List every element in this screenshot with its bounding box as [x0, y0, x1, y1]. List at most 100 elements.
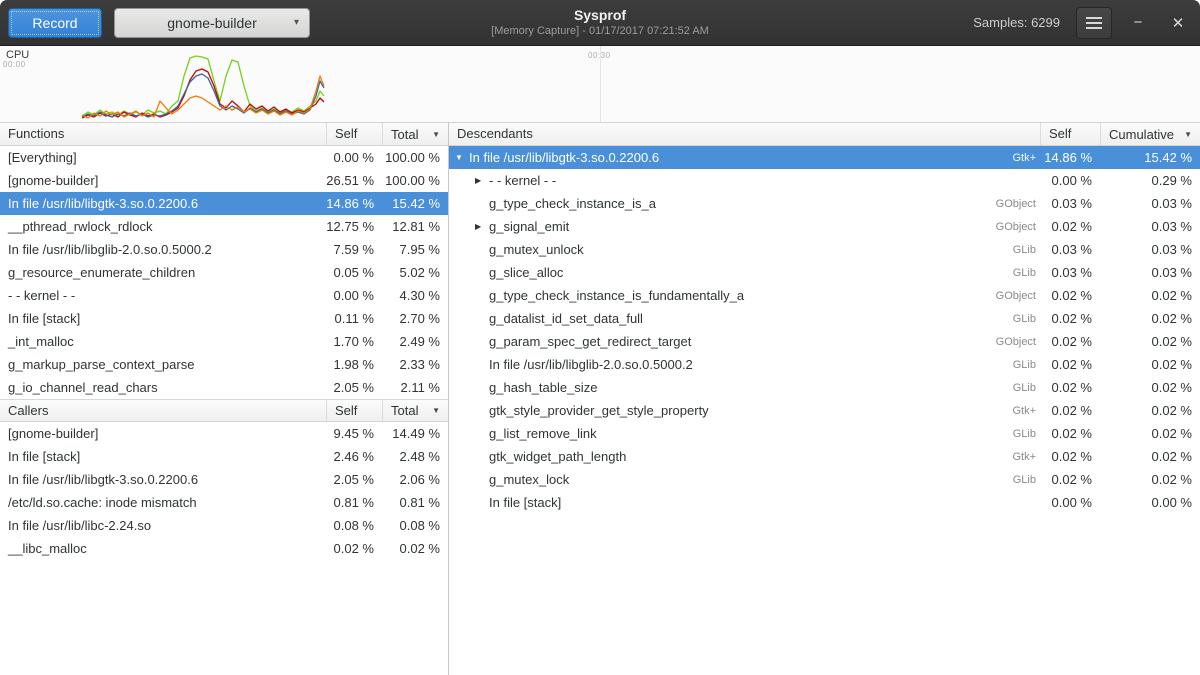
table-row[interactable]: gtk_style_provider_get_style_propertyGtk…: [449, 399, 1200, 422]
self-value: 0.02 %: [1040, 334, 1100, 349]
self-value: 1.70 %: [326, 334, 382, 349]
function-name: In file /usr/lib/libc-2.24.so: [0, 518, 326, 533]
table-row[interactable]: g_hash_table_sizeGLib0.02 %0.02 %: [449, 376, 1200, 399]
minimize-button[interactable]: −: [1124, 9, 1152, 37]
close-button[interactable]: ✕: [1164, 9, 1192, 37]
right-panel: Descendants Self Cumulative ▼ ▼In file /…: [449, 123, 1200, 675]
expander-open-icon[interactable]: ▼: [455, 153, 469, 162]
table-row[interactable]: __libc_malloc0.02 %0.02 %: [0, 537, 448, 560]
library-label: GObject: [970, 198, 1040, 210]
descendant-name-cell: In file /usr/lib/libglib-2.0.so.0.5000.2: [449, 357, 970, 372]
self-value: 0.02 %: [1040, 219, 1100, 234]
menu-button[interactable]: [1076, 7, 1112, 39]
self-value: 0.03 %: [1040, 265, 1100, 280]
table-row[interactable]: In file /usr/lib/libc-2.24.so0.08 %0.08 …: [0, 514, 448, 537]
descendants-header: Descendants Self Cumulative ▼: [449, 123, 1200, 146]
descendant-name-cell: g_type_check_instance_is_a: [449, 196, 970, 211]
table-row[interactable]: g_datalist_id_set_data_fullGLib0.02 %0.0…: [449, 307, 1200, 330]
self-value: 0.05 %: [326, 265, 382, 280]
library-label: GObject: [970, 221, 1040, 233]
function-name: In file [stack]: [489, 495, 561, 510]
cumulative-value: 0.02 %: [1100, 334, 1200, 349]
table-row[interactable]: ▶- - kernel - -0.00 %0.29 %: [449, 169, 1200, 192]
function-name: In file /usr/lib/libgtk-3.so.0.2200.6: [0, 472, 326, 487]
table-row[interactable]: g_param_spec_get_redirect_targetGObject0…: [449, 330, 1200, 353]
table-row[interactable]: In file /usr/lib/libgtk-3.so.0.2200.62.0…: [0, 468, 448, 491]
self-value: 0.02 %: [326, 541, 382, 556]
cumulative-value: 0.29 %: [1100, 173, 1200, 188]
function-name: _int_malloc: [0, 334, 326, 349]
descendant-name-cell: g_type_check_instance_is_fundamentally_a: [449, 288, 970, 303]
function-name: g_mutex_unlock: [489, 242, 584, 257]
column-header-self[interactable]: Self: [1040, 123, 1100, 145]
table-row[interactable]: In file [stack]0.11 %2.70 %: [0, 307, 448, 330]
function-name: [gnome-builder]: [0, 173, 326, 188]
table-row[interactable]: - - kernel - -0.00 %4.30 %: [0, 284, 448, 307]
column-header-descendants[interactable]: Descendants: [449, 123, 1040, 145]
window-title: Sysprof: [491, 6, 709, 24]
self-value: 0.02 %: [1040, 311, 1100, 326]
cumulative-value: 0.03 %: [1100, 219, 1200, 234]
callers-table: [gnome-builder]9.45 %14.49 %In file [sta…: [0, 422, 448, 560]
total-value: 4.30 %: [382, 288, 448, 303]
table-row[interactable]: In file /usr/lib/libglib-2.0.so.0.5000.2…: [0, 238, 448, 261]
table-row[interactable]: g_resource_enumerate_children0.05 %5.02 …: [0, 261, 448, 284]
table-row[interactable]: In file [stack]0.00 %0.00 %: [449, 491, 1200, 514]
table-row[interactable]: g_mutex_unlockGLib0.03 %0.03 %: [449, 238, 1200, 261]
table-row[interactable]: g_type_check_instance_is_aGObject0.03 %0…: [449, 192, 1200, 215]
table-row[interactable]: g_markup_parse_context_parse1.98 %2.33 %: [0, 353, 448, 376]
table-row[interactable]: [gnome-builder]9.45 %14.49 %: [0, 422, 448, 445]
column-header-total[interactable]: Total ▼: [382, 400, 448, 421]
cumulative-value: 0.02 %: [1100, 311, 1200, 326]
main-area: Functions Self Total ▼ [Everything]0.00 …: [0, 123, 1200, 675]
table-row[interactable]: __pthread_rwlock_rdlock12.75 %12.81 %: [0, 215, 448, 238]
library-label: GLib: [970, 313, 1040, 325]
table-row[interactable]: g_type_check_instance_is_fundamentally_a…: [449, 284, 1200, 307]
cumulative-value: 0.02 %: [1100, 403, 1200, 418]
table-row[interactable]: g_io_channel_read_chars2.05 %2.11 %: [0, 376, 448, 399]
descendant-name-cell: g_param_spec_get_redirect_target: [449, 334, 970, 349]
table-row[interactable]: _int_malloc1.70 %2.49 %: [0, 330, 448, 353]
table-row[interactable]: g_slice_allocGLib0.03 %0.03 %: [449, 261, 1200, 284]
sort-indicator-icon: ▼: [1184, 124, 1192, 145]
timeline-tick-start: 00:00: [3, 60, 26, 69]
total-value: 100.00 %: [382, 173, 448, 188]
record-button[interactable]: Record: [8, 8, 102, 38]
descendant-name-cell: g_datalist_id_set_data_full: [449, 311, 970, 326]
table-row[interactable]: /etc/ld.so.cache: inode mismatch0.81 %0.…: [0, 491, 448, 514]
column-header-total[interactable]: Total ▼: [382, 123, 448, 145]
function-name: __libc_malloc: [0, 541, 326, 556]
table-row[interactable]: ▶g_signal_emit GObject0.02 %0.03 %: [449, 215, 1200, 238]
table-row[interactable]: g_list_remove_linkGLib0.02 %0.02 %: [449, 422, 1200, 445]
expander-closed-icon[interactable]: ▶: [475, 222, 489, 231]
column-header-self[interactable]: Self: [326, 123, 382, 145]
table-row[interactable]: g_mutex_lockGLib0.02 %0.02 %: [449, 468, 1200, 491]
cumulative-value: 0.02 %: [1100, 357, 1200, 372]
table-row[interactable]: In file /usr/lib/libglib-2.0.so.0.5000.2…: [449, 353, 1200, 376]
expander-closed-icon[interactable]: ▶: [475, 176, 489, 185]
cpu-graph[interactable]: CPU 00:00 00:30: [0, 46, 1200, 123]
table-row[interactable]: ▼In file /usr/lib/libgtk-3.so.0.2200.6Gt…: [449, 146, 1200, 169]
library-label: GLib: [970, 382, 1040, 394]
function-name: In file /usr/lib/libgtk-3.so.0.2200.6: [469, 150, 659, 165]
self-value: 0.02 %: [1040, 449, 1100, 464]
table-row[interactable]: gtk_widget_path_lengthGtk+0.02 %0.02 %: [449, 445, 1200, 468]
cumulative-value: 0.02 %: [1100, 426, 1200, 441]
function-name: g_signal_emit: [489, 219, 569, 234]
column-header-functions[interactable]: Functions: [0, 123, 326, 145]
process-selector[interactable]: gnome-builder ▾: [114, 8, 310, 38]
table-row[interactable]: In file [stack]2.46 %2.48 %: [0, 445, 448, 468]
function-name: gtk_widget_path_length: [489, 449, 626, 464]
table-row[interactable]: In file /usr/lib/libgtk-3.so.0.2200.614.…: [0, 192, 448, 215]
column-header-self[interactable]: Self: [326, 400, 382, 421]
column-header-cumulative[interactable]: Cumulative ▼: [1100, 123, 1200, 145]
column-header-callers[interactable]: Callers: [0, 400, 326, 421]
library-label: GLib: [970, 267, 1040, 279]
self-value: 26.51 %: [326, 173, 382, 188]
function-name: g_slice_alloc: [489, 265, 563, 280]
table-row[interactable]: [Everything]0.00 %100.00 %: [0, 146, 448, 169]
sort-indicator-icon: ▼: [432, 124, 440, 145]
cumulative-value: 0.02 %: [1100, 449, 1200, 464]
table-row[interactable]: [gnome-builder]26.51 %100.00 %: [0, 169, 448, 192]
self-value: 0.00 %: [326, 288, 382, 303]
